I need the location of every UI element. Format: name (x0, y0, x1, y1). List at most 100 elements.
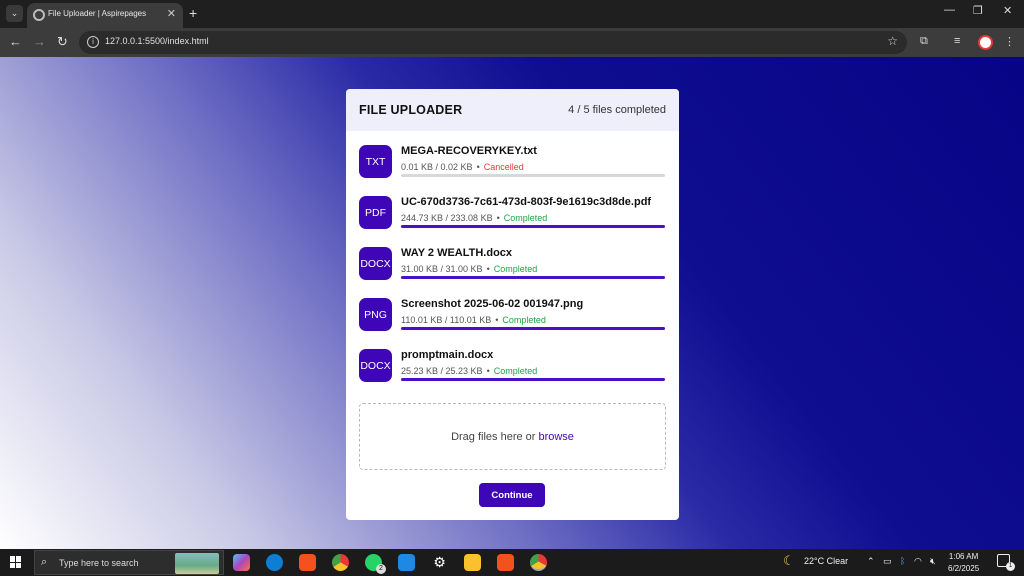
file-meta: 110.01 KB / 110.01 KB • Completed (401, 315, 546, 325)
back-button[interactable]: ← (9, 34, 22, 49)
file-meta: 31.00 KB / 31.00 KB • Completed (401, 264, 537, 274)
taskbar-clock[interactable]: 1:06 AM 6/2/2025 (948, 551, 979, 575)
tab-search-button[interactable]: ⌄ (6, 5, 23, 22)
weather-text[interactable]: 22°C Clear (804, 556, 848, 566)
chrome-active-icon[interactable] (530, 554, 547, 571)
bookmark-star-icon[interactable]: ☆ (887, 34, 898, 48)
separator-dot: • (486, 366, 490, 376)
progress-fill (401, 276, 665, 279)
separator-dot: • (495, 315, 499, 325)
taskbar: ⌕ Type here to search 2 ⚙ ☾ 22°C Clear ⌃… (0, 549, 1024, 576)
file-name: MEGA-RECOVERYKEY.txt (401, 145, 537, 157)
file-status: Completed (503, 213, 548, 223)
file-item: TXT MEGA-RECOVERYKEY.txt 0.01 KB / 0.02 KB… (359, 143, 666, 194)
upload-summary: 4 / 5 files completed (568, 104, 666, 116)
file-type-icon: PDF (359, 196, 392, 229)
wifi-icon[interactable]: ◠ (914, 556, 922, 567)
file-item: PNG Screenshot 2025-06-02 001947.png 110.0… (359, 296, 666, 347)
file-size: 25.23 KB / 25.23 KB (401, 366, 483, 376)
brave-icon-2[interactable] (497, 554, 514, 571)
bluetooth-icon[interactable]: ᛒ (900, 556, 905, 566)
taskbar-search[interactable]: ⌕ Type here to search (34, 550, 224, 575)
browse-link[interactable]: browse (538, 431, 573, 443)
brave-icon[interactable] (299, 554, 316, 571)
file-meta: 25.23 KB / 25.23 KB • Completed (401, 366, 537, 376)
separator-dot: • (476, 162, 480, 172)
search-icon: ⌕ (41, 556, 48, 568)
extensions-icon[interactable]: ⧉ (920, 35, 928, 48)
file-size: 244.73 KB / 233.08 KB (401, 213, 493, 223)
battery-icon[interactable]: ▭ (883, 556, 892, 567)
browser-tab-bar: ⌄ File Uploader | Aspirepages ✕ + — ❐ ✕ (0, 0, 1024, 28)
whatsapp-icon[interactable]: 2 (365, 554, 386, 574)
dropzone[interactable]: Drag files here or browse (359, 403, 666, 470)
tab-title: File Uploader | Aspirepages (48, 9, 147, 18)
volume-muted-icon[interactable]: 🔇︎ (930, 556, 936, 567)
url-text: 127.0.0.1:5500/index.html (105, 36, 209, 46)
file-status: Cancelled (483, 162, 524, 172)
file-meta: 244.73 KB / 233.08 KB • Completed (401, 213, 547, 223)
file-item: PDF UC-670d3736-7c61-473d-803f-9e1619c3d8… (359, 194, 666, 245)
progress-fill (401, 225, 665, 228)
settings-gear-icon[interactable]: ⚙ (431, 554, 448, 571)
progress-track (401, 327, 665, 330)
continue-button[interactable]: Continue (479, 483, 545, 507)
address-bar[interactable]: i 127.0.0.1:5500/index.html ☆ (79, 31, 907, 54)
minimize-button[interactable]: — (944, 4, 955, 16)
site-info-icon[interactable]: i (87, 36, 99, 48)
file-size: 0.01 KB / 0.02 KB (401, 162, 473, 172)
file-uploader-card: FILE UPLOADER 4 / 5 files completed TXT M… (346, 89, 679, 520)
file-list: TXT MEGA-RECOVERYKEY.txt 0.01 KB / 0.02 KB… (346, 131, 679, 398)
file-meta: 0.01 KB / 0.02 KB • Cancelled (401, 162, 524, 172)
card-header: FILE UPLOADER 4 / 5 files completed (346, 89, 679, 131)
file-type-icon: PNG (359, 298, 392, 331)
browser-tab[interactable]: File Uploader | Aspirepages ✕ (27, 3, 183, 28)
tray-chevron-icon[interactable]: ⌃ (867, 556, 875, 567)
search-highlight-image (175, 553, 219, 574)
windows-start-icon[interactable] (10, 556, 22, 568)
file-name: UC-670d3736-7c61-473d-803f-9e1619c3d8de.… (401, 196, 652, 208)
card-title: FILE UPLOADER (359, 103, 463, 117)
notification-count: 1 (1006, 562, 1015, 571)
file-status: Completed (493, 264, 538, 274)
progress-track (401, 225, 665, 228)
reload-button[interactable]: ↻ (57, 34, 68, 50)
clock-date: 6/2/2025 (948, 564, 980, 573)
file-size: 31.00 KB / 31.00 KB (401, 264, 483, 274)
profile-avatar[interactable] (978, 35, 993, 50)
file-item: DOCX promptmain.docx 25.23 KB / 25.23 KB • C… (359, 347, 666, 398)
close-window-button[interactable]: ✕ (1003, 4, 1012, 17)
file-size: 110.01 KB / 110.01 KB (401, 315, 492, 325)
progress-track (401, 276, 665, 279)
progress-track (401, 378, 665, 381)
file-status: Completed (493, 366, 538, 376)
globe-icon (33, 9, 45, 21)
progress-fill (401, 327, 665, 330)
reading-list-icon[interactable]: ≡ (954, 35, 960, 47)
menu-kebab-icon[interactable]: ⋮ (1004, 35, 1015, 48)
browser-toolbar: ← → ↻ i 127.0.0.1:5500/index.html ☆ ⧉ ≡ … (0, 28, 1024, 57)
copilot-icon[interactable] (233, 554, 250, 571)
file-item: DOCX WAY 2 WEALTH.docx 31.00 KB / 31.00 KB… (359, 245, 666, 296)
file-type-icon: DOCX (359, 247, 392, 280)
progress-track (401, 174, 665, 177)
restore-button[interactable]: ❐ (973, 4, 983, 17)
whatsapp-badge: 2 (376, 564, 386, 574)
new-tab-button[interactable]: + (189, 5, 197, 21)
file-name: promptmain.docx (401, 349, 494, 361)
separator-dot: • (496, 213, 500, 223)
file-name: Screenshot 2025-06-02 001947.png (401, 298, 584, 310)
separator-dot: • (486, 264, 490, 274)
vscode-icon[interactable] (398, 554, 415, 571)
search-placeholder: Type here to search (59, 558, 139, 568)
clock-time: 1:06 AM (948, 552, 979, 561)
file-status: Completed (502, 315, 546, 325)
chrome-icon[interactable] (332, 554, 349, 571)
forward-button[interactable]: → (33, 34, 46, 49)
file-type-icon: TXT (359, 145, 392, 178)
dropzone-text: Drag files here or (451, 430, 536, 443)
edge-icon[interactable] (266, 554, 283, 571)
file-explorer-icon[interactable] (464, 554, 481, 571)
tab-close-icon[interactable]: ✕ (167, 7, 176, 20)
weather-moon-icon[interactable]: ☾ (783, 553, 795, 569)
